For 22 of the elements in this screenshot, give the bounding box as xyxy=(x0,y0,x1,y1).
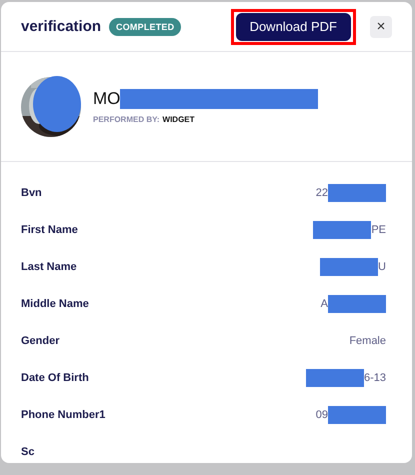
field-label: Date Of Birth xyxy=(21,372,89,384)
field-label: Sc xyxy=(21,446,34,458)
download-button[interactable]: Download PDF xyxy=(236,12,351,40)
field-value: 09 xyxy=(316,408,328,420)
field-label: Last Name xyxy=(21,260,77,272)
performed-by-label: PERFORMED BY: xyxy=(93,115,160,124)
field-label: Gender xyxy=(21,334,60,346)
field-label: Middle Name xyxy=(21,298,89,310)
person-name: MO xyxy=(93,89,120,109)
status-badge: COMPLETED xyxy=(109,18,182,36)
modal-title: verification xyxy=(21,18,102,35)
performed-by-value: WIDGET xyxy=(162,115,195,124)
close-button[interactable]: × xyxy=(370,16,392,38)
field-value: 22 xyxy=(316,186,328,198)
field-label: Phone Number1 xyxy=(21,408,106,420)
field-label: First Name xyxy=(21,224,78,236)
field-value: PE xyxy=(371,224,386,236)
field-value: U xyxy=(378,260,386,272)
field-value: A xyxy=(320,298,328,310)
field-label: Bvn xyxy=(21,186,42,198)
field-value: Female xyxy=(349,334,386,346)
field-value: 6-13 xyxy=(364,372,386,384)
